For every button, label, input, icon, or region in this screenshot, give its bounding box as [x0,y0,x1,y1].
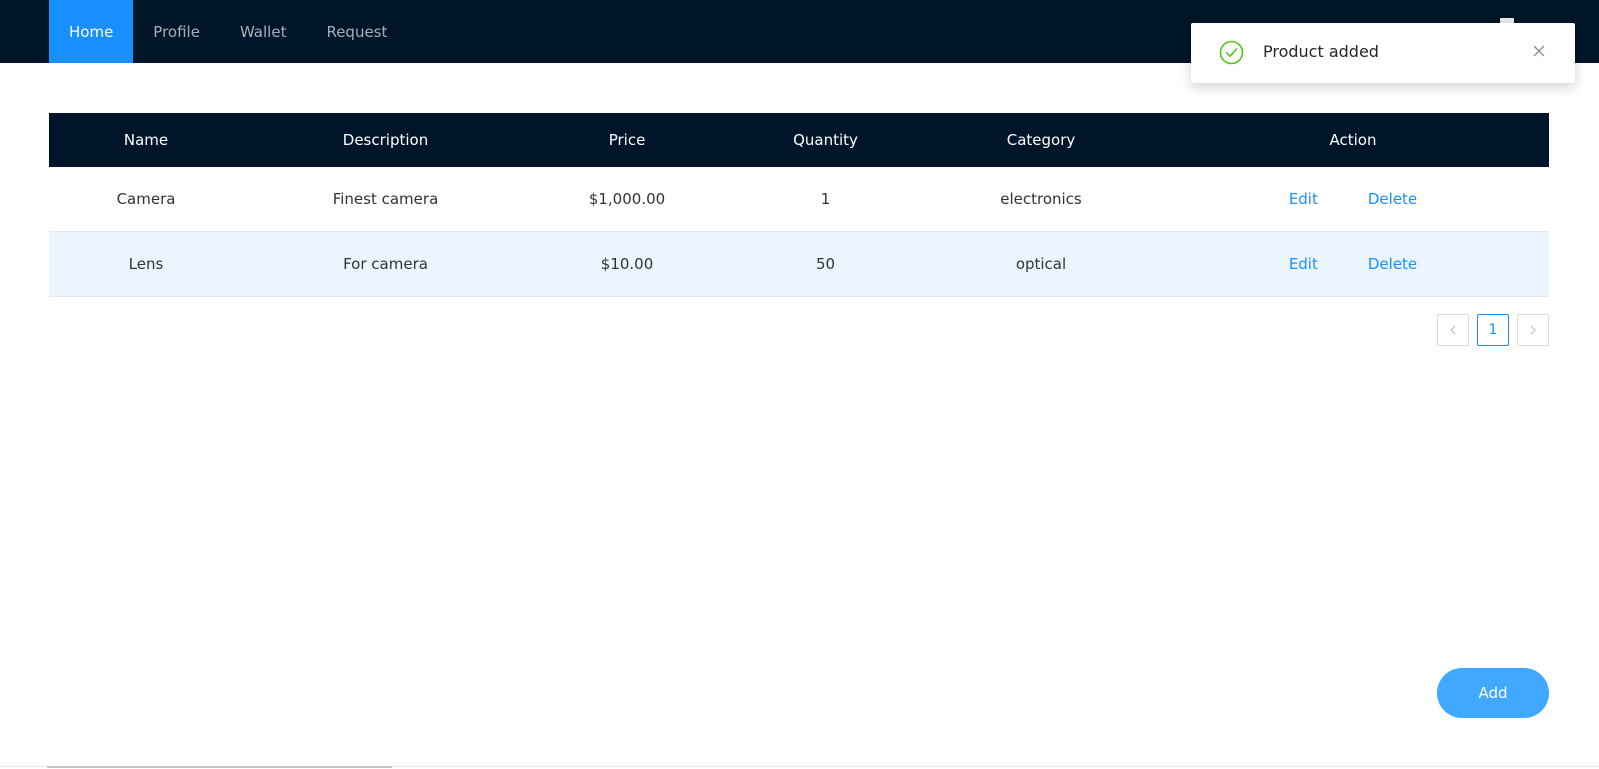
cell-name: Camera [116,190,176,208]
column-header-quantity: Quantity [793,131,858,149]
table-header: Name Description Price Quantity Category… [49,113,1549,167]
cell-quantity: 1 [820,190,831,208]
cell-price: $1,000.00 [588,190,666,208]
add-button-label: Add [1478,684,1508,702]
column-header-price: Price [608,131,646,149]
page: Home Profile Wallet Request Name Descrip… [0,0,1599,769]
edit-link[interactable]: Edit [1289,255,1318,273]
products-table: Name Description Price Quantity Category… [49,113,1549,297]
prev-page-button[interactable] [1437,314,1469,346]
close-icon[interactable] [1531,43,1547,59]
chevron-right-icon [1530,325,1536,335]
column-header-action: Action [1329,131,1377,149]
nav-item-request[interactable]: Request [306,0,407,63]
next-page-button[interactable] [1517,314,1549,346]
cell-price: $10.00 [600,255,654,273]
column-header-description: Description [342,131,429,149]
delete-link[interactable]: Delete [1368,190,1417,208]
table-row: Camera Finest camera $1,000.00 1 electro… [49,167,1549,232]
cell-name: Lens [128,255,164,273]
cell-actions: Edit Delete [1157,190,1549,208]
cell-quantity: 50 [815,255,836,273]
nav-item-label: Request [326,22,388,41]
nav-item-profile[interactable]: Profile [133,0,220,63]
main-nav: Home Profile Wallet Request [49,0,407,63]
column-header-name: Name [123,131,169,149]
column-header-category: Category [1006,131,1076,149]
check-circle-icon [1219,40,1244,65]
edit-link[interactable]: Edit [1289,190,1318,208]
delete-link[interactable]: Delete [1368,255,1417,273]
cell-description: For camera [343,255,428,273]
cell-description: Finest camera [332,190,439,208]
page-number-button[interactable]: 1 [1477,314,1509,346]
nav-item-label: Profile [153,22,200,41]
horizontal-scrollbar[interactable] [47,766,392,768]
notification-message: Product added [1263,42,1379,61]
add-button[interactable]: Add [1437,668,1549,718]
table-row: Lens For camera $10.00 50 optical Edit D… [49,232,1549,297]
nav-item-wallet[interactable]: Wallet [220,0,307,63]
nav-item-home[interactable]: Home [49,0,134,63]
nav-item-label: Home [69,22,114,41]
pagination: 1 [1437,314,1549,346]
nav-item-label: Wallet [239,22,287,41]
chevron-left-icon [1450,325,1456,335]
cell-actions: Edit Delete [1157,255,1549,273]
cell-category: electronics [1000,190,1082,208]
cell-category: optical [1015,255,1067,273]
notification: Product added [1191,23,1575,83]
